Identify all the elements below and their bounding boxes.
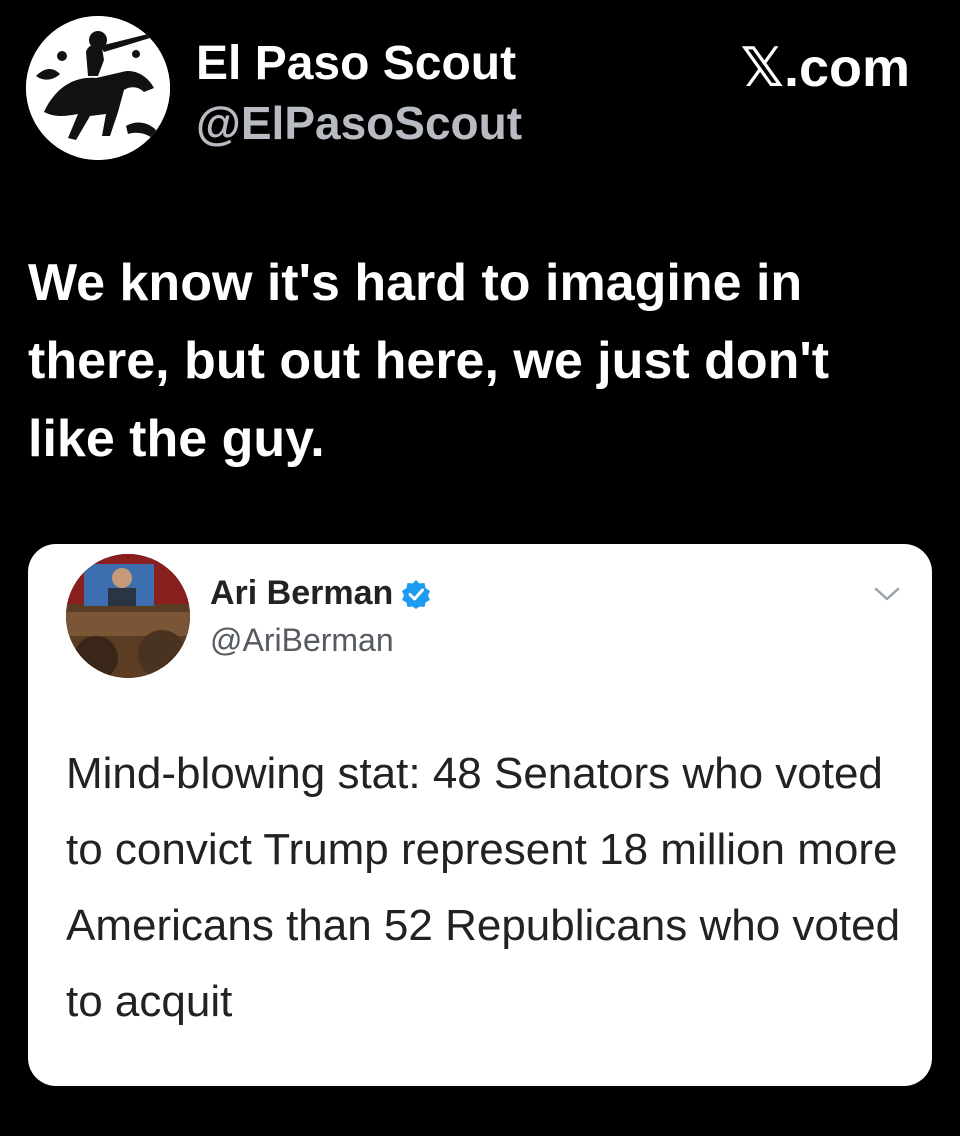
avatar[interactable] bbox=[26, 16, 170, 160]
tweet-header: El Paso Scout @ElPasoScout 𝕏.com bbox=[24, 14, 936, 164]
profile-photo-icon bbox=[66, 554, 190, 678]
site-logo: 𝕏.com bbox=[740, 38, 910, 98]
author-handle[interactable]: @ElPasoScout bbox=[196, 96, 522, 150]
verified-badge-icon bbox=[401, 579, 431, 609]
quoted-author-name-label: Ari Berman bbox=[210, 574, 394, 612]
quoted-author-name[interactable]: Ari Berman bbox=[210, 574, 431, 613]
chevron-down-icon[interactable] bbox=[872, 584, 902, 604]
quoted-author-handle[interactable]: @AriBerman bbox=[210, 622, 394, 659]
quoted-avatar[interactable] bbox=[66, 554, 190, 678]
quoted-tweet-card[interactable]: Ari Berman @AriBerman Mind-blowing stat:… bbox=[28, 544, 932, 1086]
author-name[interactable]: El Paso Scout bbox=[196, 36, 516, 91]
horse-rider-logo-icon bbox=[26, 16, 170, 160]
tweet-text: We know it's hard to imagine in there, b… bbox=[28, 254, 830, 468]
quoted-tweet-text: Mind-blowing stat: 48 Senators who voted… bbox=[66, 749, 901, 1026]
